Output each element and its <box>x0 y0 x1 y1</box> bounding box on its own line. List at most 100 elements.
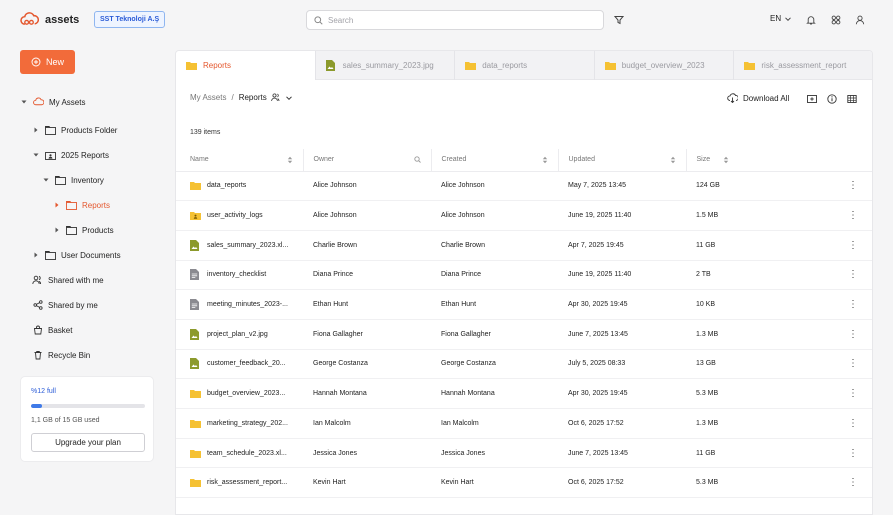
info-button[interactable] <box>826 93 837 104</box>
cell-owner: Fiona Gallagher <box>303 319 431 350</box>
upgrade-plan-button[interactable]: Upgrade your plan <box>31 433 145 452</box>
cell-updated: Apr 30, 2025 19:45 <box>558 378 686 409</box>
row-more-button[interactable]: ⋮ <box>739 260 872 291</box>
download-all-label: Download All <box>743 93 790 103</box>
row-more-button[interactable]: ⋮ <box>739 230 872 261</box>
table-row[interactable]: sales_summary_2023.xl... Charlie Brown Cha… <box>176 230 872 261</box>
nav-shared-with-me[interactable]: Shared with me <box>32 271 104 289</box>
table-row[interactable]: inventory_checklist Diana Prince Diana Pri… <box>176 260 872 291</box>
nav-basket[interactable]: Basket <box>32 321 72 339</box>
search-input[interactable] <box>328 15 588 25</box>
row-more-button[interactable]: ⋮ <box>739 408 872 439</box>
cell-name: project_plan_v2.jpg <box>176 319 303 350</box>
filter-button[interactable] <box>612 13 626 27</box>
column-header-updated[interactable]: Updated <box>557 149 686 172</box>
organization-badge[interactable]: SST Teknoloji A.Ş <box>94 11 166 28</box>
logo[interactable]: assets <box>20 11 79 28</box>
nav-shared-by-me[interactable]: Shared by me <box>32 296 98 314</box>
file-name[interactable]: customer_feedback_20... <box>207 360 286 367</box>
file-name[interactable]: project_plan_v2.jpg <box>207 331 268 338</box>
caret-down-icon[interactable] <box>32 151 40 159</box>
new-button[interactable]: New <box>20 50 75 74</box>
caret-right-icon[interactable] <box>53 226 61 234</box>
search-icon[interactable] <box>413 156 421 163</box>
table-row[interactable]: risk_assessment_report... Kevin Hart Kevin… <box>176 467 872 499</box>
cell-size: 11 GB <box>686 438 739 469</box>
search-box[interactable] <box>306 10 604 30</box>
tree-item-label: Inventory <box>71 175 104 185</box>
table-row[interactable]: data_reports Alice Johnson Alice Johnson Ma… <box>176 171 872 202</box>
file-name[interactable]: team_schedule_2023.xl... <box>207 450 287 457</box>
column-header-size[interactable]: Size <box>685 149 739 172</box>
tab-reports[interactable]: Reports <box>176 51 316 80</box>
grid-view-button[interactable] <box>846 93 857 104</box>
tree-item-reports[interactable]: Reports <box>53 196 110 214</box>
tree-item-2025-reports[interactable]: 2025 Reports <box>32 146 109 164</box>
caret-right-icon[interactable] <box>32 251 40 259</box>
cell-updated: Oct 6, 2025 17:52 <box>558 467 686 499</box>
tree-item-inventory[interactable]: Inventory <box>42 171 104 189</box>
filter-icon <box>614 16 624 25</box>
table-row[interactable]: meeting_minutes_2023-... Ethan Hunt Ethan … <box>176 289 872 320</box>
tree-item-label: User Documents <box>61 250 121 260</box>
row-more-button[interactable]: ⋮ <box>739 200 872 231</box>
row-more-button[interactable]: ⋮ <box>739 289 872 320</box>
nav-recycle-bin[interactable]: Recycle Bin <box>32 346 90 364</box>
tab-sales-summary[interactable]: sales_summary_2023.jpg <box>316 51 456 80</box>
file-name[interactable]: marketing_strategy_202... <box>207 420 288 427</box>
folder-icon <box>190 181 201 191</box>
storage-progress-fill <box>31 404 43 408</box>
file-name[interactable]: risk_assessment_report... <box>207 479 287 486</box>
column-header-owner[interactable]: Owner <box>302 149 431 172</box>
table-row[interactable]: team_schedule_2023.xl... Jessica Jones Jes… <box>176 438 872 469</box>
document-file-icon <box>190 299 201 311</box>
column-header-created[interactable]: Created <box>430 149 558 172</box>
tree-item-products[interactable]: Products <box>53 221 114 239</box>
apps-button[interactable] <box>829 13 843 27</box>
profile-button[interactable] <box>853 13 867 27</box>
sort-icon[interactable] <box>670 156 676 164</box>
language-selector[interactable]: EN <box>770 14 792 23</box>
file-name[interactable]: sales_summary_2023.xl... <box>207 242 288 249</box>
tree-item-user-documents[interactable]: User Documents <box>32 246 121 264</box>
tree-item-products-folder[interactable]: Products Folder <box>32 121 117 139</box>
caret-down-icon[interactable] <box>42 176 50 184</box>
file-name[interactable]: meeting_minutes_2023-... <box>207 301 288 308</box>
share-icon <box>32 300 43 311</box>
notifications-button[interactable] <box>804 13 818 27</box>
cell-created: Ian Malcolm <box>431 408 558 439</box>
file-name[interactable]: data_reports <box>207 182 246 189</box>
tab-budget-overview[interactable]: budget_overview_2023 <box>595 51 735 80</box>
sort-icon[interactable] <box>287 156 293 164</box>
row-more-button[interactable]: ⋮ <box>739 467 872 499</box>
table-row[interactable]: marketing_strategy_202... Ian Malcolm Ian … <box>176 408 872 439</box>
row-more-button[interactable]: ⋮ <box>739 349 872 380</box>
breadcrumb-separator: / <box>231 93 234 102</box>
breadcrumb-current[interactable]: Reports <box>239 93 293 102</box>
download-all-button[interactable]: Download All <box>727 93 789 103</box>
folder-icon <box>744 61 756 71</box>
caret-right-icon[interactable] <box>32 126 40 134</box>
table-row[interactable]: project_plan_v2.jpg Fiona Gallagher Fiona … <box>176 319 872 350</box>
row-more-button[interactable]: ⋮ <box>739 438 872 469</box>
tree-item-my-assets[interactable]: My Assets <box>20 93 85 111</box>
table-row[interactable]: budget_overview_2023... Hannah Montana Han… <box>176 378 872 409</box>
table-row[interactable]: customer_feedback_20... George Costanza Ge… <box>176 349 872 380</box>
caret-right-icon[interactable] <box>53 201 61 209</box>
row-more-button[interactable]: ⋮ <box>739 378 872 409</box>
tab-risk-assessment[interactable]: risk_assessment_report <box>734 51 872 80</box>
sort-icon[interactable] <box>723 156 729 164</box>
file-name[interactable]: budget_overview_2023... <box>207 390 285 397</box>
file-name[interactable]: user_activity_logs <box>207 212 263 219</box>
file-name[interactable]: inventory_checklist <box>207 271 266 278</box>
table-row[interactable]: user_activity_logs Alice Johnson Alice Joh… <box>176 200 872 231</box>
row-more-button[interactable]: ⋮ <box>739 319 872 350</box>
caret-down-icon[interactable] <box>20 98 28 106</box>
breadcrumb-root[interactable]: My Assets <box>190 93 226 102</box>
row-more-button[interactable]: ⋮ <box>739 171 872 202</box>
new-folder-button[interactable] <box>806 93 817 104</box>
image-file-icon <box>190 358 201 370</box>
tab-data-reports[interactable]: data_reports <box>455 51 595 80</box>
column-header-name[interactable]: Name <box>176 149 303 172</box>
sort-icon[interactable] <box>542 156 548 164</box>
